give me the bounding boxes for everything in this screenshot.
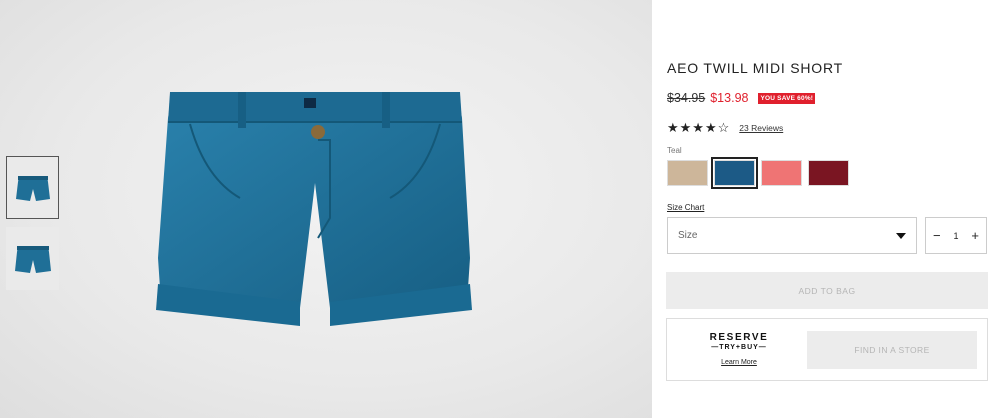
price-row: $34.95 $13.98 YOU SAVE 60%! [667, 91, 816, 105]
size-dropdown[interactable]: Size [667, 217, 917, 254]
reserve-logo: RESERVE —TRY+BUY— Learn More [699, 332, 779, 369]
selected-color-label: Teal [667, 146, 682, 155]
caret-down-icon [896, 232, 906, 239]
swatch-burgundy[interactable] [808, 160, 849, 186]
star-icon: ★★★★☆ [667, 120, 731, 135]
product-gallery [0, 0, 652, 418]
swatch-khaki[interactable] [667, 160, 708, 186]
add-to-bag-button[interactable]: ADD TO BAG [666, 272, 988, 309]
quantity-stepper: − 1 + [925, 217, 987, 254]
learn-more-link[interactable]: Learn More [721, 359, 757, 366]
swatch-teal[interactable] [711, 157, 758, 189]
reserve-title: RESERVE [709, 332, 769, 343]
rating-row: ★★★★☆ 23 Reviews [667, 120, 783, 136]
reviews-link[interactable]: 23 Reviews [739, 123, 783, 133]
qty-value: 1 [953, 230, 959, 241]
thumbnail-back[interactable] [6, 227, 59, 290]
product-details-panel: AEO TWILL MIDI SHORT $34.95 $13.98 YOU S… [652, 0, 991, 418]
find-in-store-button[interactable]: FIND IN A STORE [807, 331, 977, 369]
size-placeholder: Size [678, 230, 698, 241]
thumbnail-list [6, 156, 59, 298]
thumbnail-front[interactable] [6, 156, 59, 219]
reserve-try-buy-box: RESERVE —TRY+BUY— Learn More FIND IN A S… [666, 318, 988, 381]
product-title: AEO TWILL MIDI SHORT [667, 60, 843, 76]
reserve-subtitle: —TRY+BUY— [711, 344, 767, 351]
product-image [156, 92, 472, 326]
qty-plus-button[interactable]: + [971, 229, 979, 242]
color-swatches [667, 157, 855, 189]
swatch-coral[interactable] [761, 160, 802, 186]
size-chart-link[interactable]: Size Chart [667, 203, 704, 212]
sale-price: $13.98 [710, 91, 749, 105]
original-price: $34.95 [667, 91, 706, 105]
qty-minus-button[interactable]: − [933, 229, 941, 242]
savings-badge: YOU SAVE 60%! [758, 92, 816, 104]
